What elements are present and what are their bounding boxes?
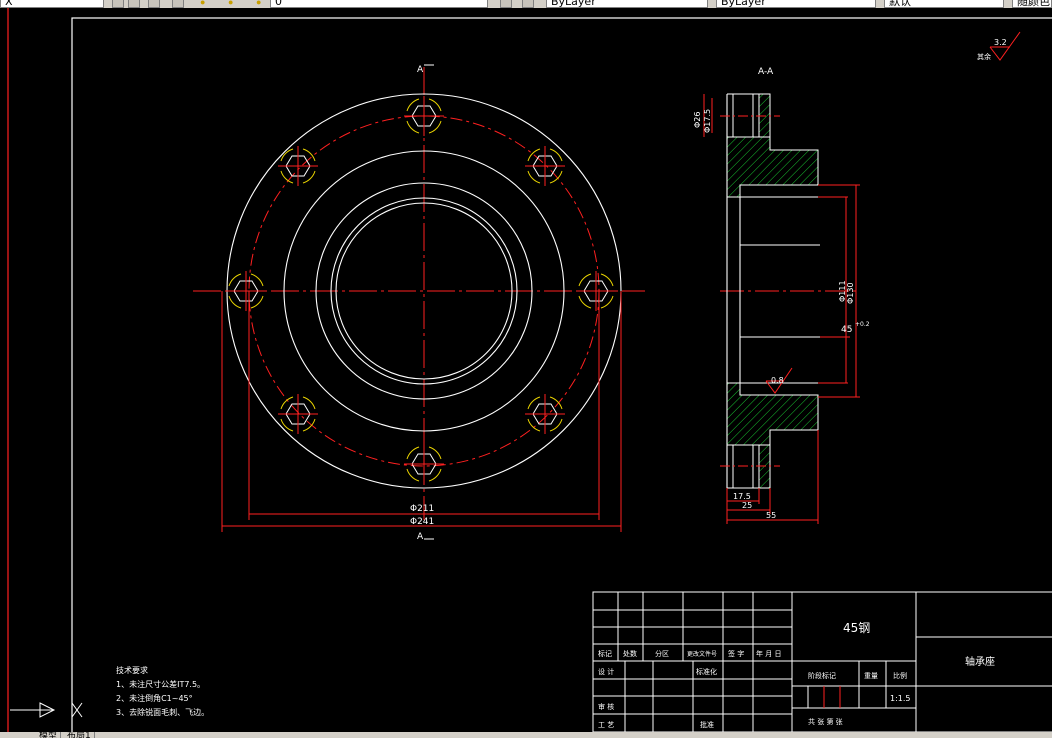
- tab-layout1[interactable]: 布局1: [64, 732, 95, 738]
- roughness-value-section: 0.8: [771, 376, 784, 385]
- model-space: [0, 8, 1052, 732]
- svg-text:处数: 处数: [623, 649, 637, 658]
- status-bar: 模型 布局1: [0, 732, 1052, 738]
- roughness-label-corner: 其余: [977, 52, 991, 61]
- svg-text:签 字: 签 字: [728, 649, 744, 658]
- dim-55: 55: [766, 511, 776, 520]
- svg-text:更改文件号: 更改文件号: [687, 650, 717, 658]
- svg-text:分区: 分区: [655, 649, 669, 658]
- svg-text:标记: 标记: [598, 649, 612, 658]
- material-text: 45钢: [843, 621, 870, 635]
- tech-note-2: 2、未注倒角C1~45°: [116, 693, 193, 703]
- tab-model[interactable]: 模型: [36, 732, 62, 738]
- svg-text:工 艺: 工 艺: [598, 721, 614, 729]
- part-name-text: 轴承座: [965, 655, 995, 668]
- svg-text:标准化: 标准化: [696, 667, 717, 676]
- svg-text:审 核: 审 核: [598, 702, 614, 711]
- dim-hole-outer: Φ26: [693, 112, 702, 128]
- tech-note-3: 3、去除锐面毛刺、飞边。: [116, 707, 209, 717]
- svg-text:1:1.5: 1:1.5: [890, 694, 911, 703]
- dim-25: 25: [742, 501, 752, 510]
- svg-text:阶段标记: 阶段标记: [808, 671, 836, 680]
- svg-text:重量: 重量: [864, 672, 878, 680]
- tech-note-1: 1、未注尺寸公差IT7.5。: [116, 679, 205, 689]
- dim-hole-inner: Φ17.5: [703, 109, 712, 133]
- svg-text:批准: 批准: [700, 720, 714, 729]
- section-label-bottom: A: [417, 532, 424, 542]
- dim-17-5: 17.5: [733, 492, 751, 501]
- dim-depth-tol: +0.2: [855, 321, 870, 328]
- svg-text:设 计: 设 计: [598, 667, 614, 676]
- dim-bore-tol: Φ130: [846, 282, 855, 304]
- roughness-value-corner: 3.2: [994, 38, 1007, 47]
- svg-text:共 张 第 张: 共 张 第 张: [808, 717, 843, 726]
- drawing-canvas[interactable]: A A Φ211 Φ241 A-A Φ26 Φ17.5 Φ111 Φ130 45…: [0, 0, 1052, 738]
- section-label-top: A: [417, 65, 424, 75]
- section-title: A-A: [758, 67, 774, 77]
- svg-text:比例: 比例: [893, 671, 907, 680]
- tech-notes-title: 技术要求: [116, 665, 148, 675]
- dim-text-211: Φ211: [410, 504, 434, 514]
- dim-text-241: Φ241: [410, 517, 434, 527]
- dim-depth: 45: [841, 325, 852, 335]
- svg-text:年 月 日: 年 月 日: [756, 649, 781, 658]
